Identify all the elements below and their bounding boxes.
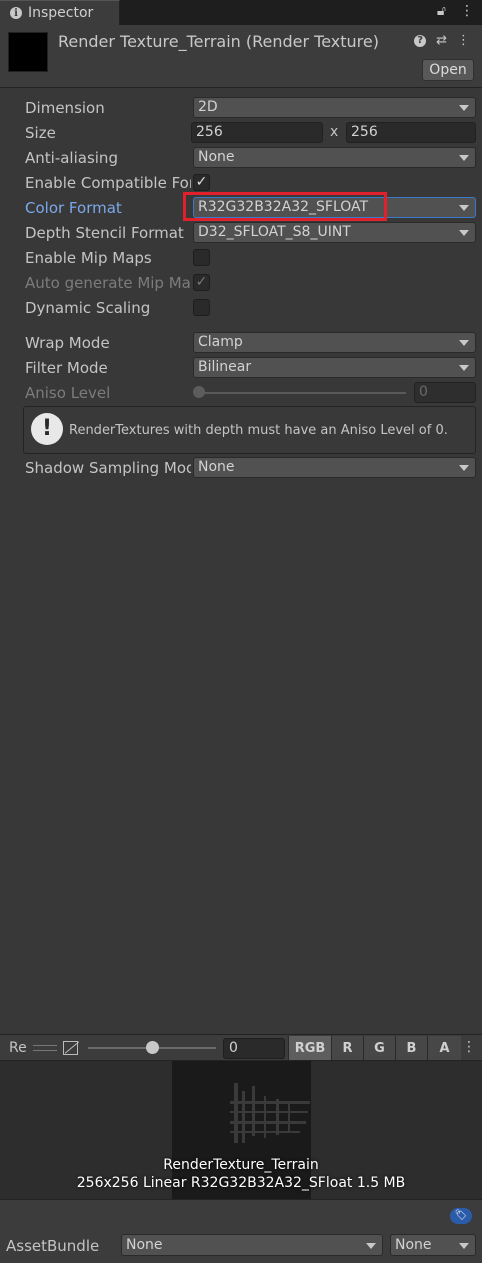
info-icon: i: [10, 7, 22, 19]
size-height-field[interactable]: 256: [346, 122, 476, 143]
asset-thumbnail: [8, 32, 48, 72]
aniso-level-slider-track: [198, 392, 406, 394]
kebab-menu-icon[interactable]: ⋮: [457, 33, 470, 48]
mip-level-icon: [63, 1041, 78, 1055]
row-wrap-mode: Wrap Mode Clamp: [0, 331, 482, 355]
enable-mip-maps-checkbox[interactable]: [193, 249, 210, 266]
channel-g-button[interactable]: G: [363, 1036, 395, 1060]
shadow-sampling-mode-label: Shadow Sampling Mode: [25, 459, 191, 477]
shadow-sampling-mode-dropdown[interactable]: None: [193, 457, 476, 478]
preview-toolbar: Re 0 RGB R G B A ⋮: [0, 1034, 482, 1061]
auto-generate-mip-maps-label: Auto generate Mip Maps: [25, 274, 191, 292]
color-format-highlight: [183, 192, 387, 221]
chevron-down-icon: [459, 365, 469, 371]
chevron-down-icon: [459, 230, 469, 236]
dimension-value: 2D: [198, 99, 218, 115]
inspector-header: Render Texture_Terrain (Render Texture) …: [0, 25, 482, 88]
row-dimension: Dimension 2D: [0, 96, 482, 120]
asset-bundle-variant-value: None: [395, 1237, 432, 1253]
filter-mode-dropdown[interactable]: Bilinear: [193, 357, 476, 378]
filter-mode-value: Bilinear: [198, 359, 252, 375]
shadow-sampling-mode-value: None: [198, 459, 235, 475]
wrap-mode-label: Wrap Mode: [25, 334, 110, 352]
dynamic-scaling-checkbox[interactable]: [193, 299, 210, 316]
channel-r-button[interactable]: R: [331, 1036, 363, 1060]
lock-icon[interactable]: 🔓︎: [437, 3, 446, 19]
row-size: Size 256 x 256: [0, 121, 482, 145]
preview-toolbar-label: Re: [9, 1040, 27, 1056]
tab-inspector[interactable]: i Inspector: [0, 0, 120, 25]
auto-generate-mip-maps-checkbox: ✓: [193, 274, 210, 291]
size-width-field[interactable]: 256: [191, 122, 323, 143]
channel-rgb-button[interactable]: RGB: [288, 1036, 331, 1060]
depth-stencil-format-dropdown[interactable]: D32_SFLOAT_S8_UINT: [193, 222, 476, 243]
aniso-level-field: 0: [414, 382, 476, 403]
chevron-down-icon: [459, 205, 469, 211]
chevron-down-icon: [459, 1243, 469, 1249]
help-message: RenderTextures with depth must have an A…: [69, 423, 448, 438]
asset-bundle-footer: 🏷︎ AssetBundle None None: [0, 1199, 482, 1263]
texture-preview: RenderTexture_Terrain 256x256 Linear R32…: [0, 1061, 482, 1199]
chevron-down-icon: [459, 465, 469, 471]
mip-slider-knob[interactable]: [146, 1041, 159, 1054]
aniso-level-label: Aniso Level: [25, 384, 111, 402]
filter-mode-label: Filter Mode: [25, 359, 108, 377]
asset-bundle-label: AssetBundle: [6, 1237, 100, 1255]
dynamic-scaling-label: Dynamic Scaling: [25, 299, 151, 317]
asset-bundle-name-dropdown[interactable]: None: [121, 1234, 383, 1256]
help-box: ! RenderTextures with depth must have an…: [23, 406, 476, 454]
wrap-mode-value: Clamp: [198, 334, 243, 350]
asset-bundle-variant-dropdown[interactable]: None: [390, 1234, 476, 1256]
warning-icon: !: [31, 413, 63, 445]
kebab-menu-icon[interactable]: ⋮: [460, 3, 474, 19]
enable-compatible-format-checkbox[interactable]: ✓: [193, 174, 210, 191]
chevron-down-icon: [459, 155, 469, 161]
channel-b-button[interactable]: B: [395, 1036, 427, 1060]
header-icons: ? ⇄ ⋮: [414, 33, 470, 48]
row-anti-aliasing: Anti-aliasing None: [0, 146, 482, 170]
anti-aliasing-value: None: [198, 149, 235, 165]
kebab-menu-icon[interactable]: ⋮: [462, 1039, 476, 1055]
size-label: Size: [25, 124, 56, 142]
depth-stencil-format-value: D32_SFLOAT_S8_UINT: [198, 224, 351, 240]
dimension-dropdown[interactable]: 2D: [193, 97, 476, 118]
row-dynamic-scaling: Dynamic Scaling: [0, 296, 482, 320]
chevron-down-icon: [366, 1243, 376, 1249]
row-enable-mip-maps: Enable Mip Maps: [0, 246, 482, 270]
row-filter-mode: Filter Mode Bilinear: [0, 356, 482, 380]
tab-icons: 🔓︎ ⋮: [437, 3, 474, 19]
wrap-mode-dropdown[interactable]: Clamp: [193, 332, 476, 353]
chevron-down-icon: [459, 340, 469, 346]
row-auto-generate-mip-maps: Auto generate Mip Maps ✓: [0, 271, 482, 295]
label-tag-icon[interactable]: 🏷︎: [450, 1208, 472, 1224]
color-format-label: Color Format: [25, 199, 122, 217]
depth-stencil-format-label: Depth Stencil Format: [25, 224, 184, 242]
open-button[interactable]: Open: [422, 59, 474, 81]
enable-mip-maps-label: Enable Mip Maps: [25, 249, 152, 267]
preview-info: 256x256 Linear R32G32B32A32_SFloat 1.5 M…: [76, 1175, 406, 1191]
tab-label: Inspector: [28, 5, 94, 21]
row-aniso-level: Aniso Level 0: [0, 381, 482, 405]
row-depth-stencil-format: Depth Stencil Format D32_SFLOAT_S8_UINT: [0, 221, 482, 245]
preview-name: RenderTexture_Terrain: [163, 1157, 319, 1173]
aniso-level-slider-knob: [193, 386, 205, 398]
anti-aliasing-label: Anti-aliasing: [25, 149, 118, 167]
chevron-down-icon: [459, 105, 469, 111]
tab-bar: i Inspector 🔓︎ ⋮: [0, 0, 482, 25]
settings-sliders-icon[interactable]: ⇄: [436, 33, 447, 48]
anti-aliasing-dropdown[interactable]: None: [193, 147, 476, 168]
enable-compatible-format-label: Enable Compatible Format: [25, 174, 191, 192]
asset-title: Render Texture_Terrain (Render Texture): [58, 32, 379, 51]
drag-handle-icon[interactable]: [33, 1045, 57, 1051]
dimension-label: Dimension: [25, 99, 105, 117]
channel-a-button[interactable]: A: [427, 1036, 461, 1060]
asset-bundle-name-value: None: [126, 1237, 163, 1253]
help-icon[interactable]: ?: [414, 34, 427, 47]
mip-level-field[interactable]: 0: [223, 1038, 285, 1059]
row-shadow-sampling-mode: Shadow Sampling Mode None: [0, 456, 482, 480]
size-x-label: x: [330, 124, 339, 140]
